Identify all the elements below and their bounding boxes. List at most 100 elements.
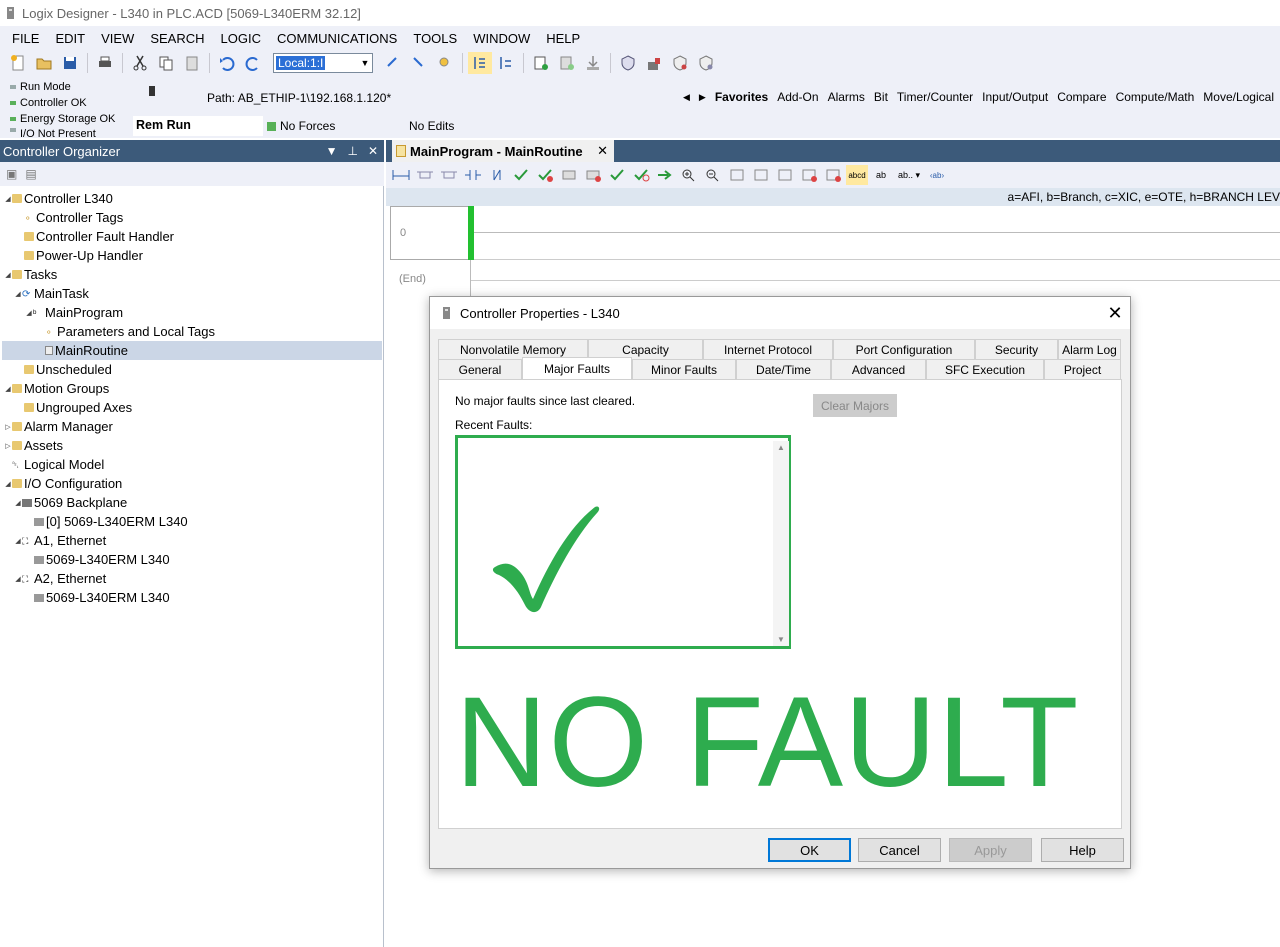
forces-status[interactable]: No Forces (263, 116, 403, 136)
tab-security[interactable]: Security (975, 339, 1058, 359)
tab-capacity[interactable]: Capacity (588, 339, 703, 359)
lock-icon[interactable] (642, 52, 666, 74)
inst-tab-input-output[interactable]: Input/Output (982, 90, 1048, 104)
abcd-toggle-icon[interactable]: abcd (846, 165, 868, 185)
menu-tools[interactable]: TOOLS (405, 31, 465, 46)
tree-node-controller[interactable]: ◢ Controller L340 (4, 189, 113, 208)
branch-icon[interactable] (414, 165, 436, 185)
tab-project[interactable]: Project (1044, 359, 1121, 379)
clear-majors-button[interactable]: Clear Majors (813, 394, 897, 417)
tab-minor-faults[interactable]: Minor Faults (632, 359, 736, 379)
tree-node-assets[interactable]: ▷ Assets (4, 436, 63, 455)
menu-communications[interactable]: COMMUNICATIONS (269, 31, 405, 46)
tree-node-unscheduled[interactable]: Unscheduled (24, 360, 112, 379)
redo-icon[interactable] (241, 52, 265, 74)
undo-icon[interactable] (215, 52, 239, 74)
scroll-right-icon[interactable]: ▶ (699, 92, 706, 103)
expand-arrow-icon[interactable]: ◢ (14, 499, 22, 507)
expand-arrow-icon[interactable]: ◢ (25, 309, 33, 317)
menu-file[interactable]: FILE (4, 31, 47, 46)
new-icon[interactable] (6, 52, 30, 74)
xic-icon[interactable] (462, 165, 484, 185)
routine-editor-tab[interactable]: MainProgram - MainRoutine ✕ (392, 140, 614, 162)
delete-icon[interactable] (798, 165, 820, 185)
tag-path-combo[interactable]: Local:1:I ▼ (273, 53, 373, 73)
inst-tab-addon[interactable]: Add-On (777, 90, 818, 104)
scroll-up-icon[interactable]: ▲ (777, 443, 785, 452)
tree-node-parameters[interactable]: ⚬ Parameters and Local Tags (45, 322, 215, 341)
menu-view[interactable]: VIEW (93, 31, 142, 46)
tree-node-tasks[interactable]: ◢ Tasks (4, 265, 57, 284)
tab-advanced[interactable]: Advanced (831, 359, 926, 379)
expand-arrow-icon[interactable]: ◢ (14, 575, 22, 583)
faults-scrollbar[interactable]: ▲ ▼ (773, 441, 789, 646)
copy-icon[interactable] (154, 52, 178, 74)
view-options-icon[interactable]: ▤ (25, 167, 36, 181)
tree-node-mainprogram[interactable]: ◢ ᵇ MainProgram (25, 303, 123, 322)
rung-number[interactable]: 0 (390, 206, 470, 260)
cross-reference-icon[interactable] (494, 52, 518, 74)
expand-arrow-icon[interactable]: ◢ (4, 271, 12, 279)
test-edits-icon[interactable] (630, 165, 652, 185)
tree-node-fault-handler[interactable]: Controller Fault Handler (24, 227, 174, 246)
cancel-edits-icon[interactable] (534, 165, 556, 185)
controller-mode[interactable]: Rem Run (133, 116, 263, 136)
properties-icon[interactable] (774, 165, 796, 185)
menu-edit[interactable]: EDIT (47, 31, 93, 46)
inst-tab-timer-counter[interactable]: Timer/Counter (897, 90, 973, 104)
browse-forward-icon[interactable] (407, 52, 431, 74)
close-icon[interactable]: ✕ (1100, 303, 1130, 324)
zoom-out-icon[interactable] (702, 165, 724, 185)
upload-icon[interactable] (555, 52, 579, 74)
inst-tab-compare[interactable]: Compare (1057, 90, 1106, 104)
tree-node-backplane[interactable]: ◢ 5069 Backplane (14, 493, 127, 512)
inline-value-icon[interactable]: ‹ab› (926, 165, 948, 185)
finalize-icon[interactable] (654, 165, 676, 185)
find-icon[interactable] (433, 52, 457, 74)
menu-window[interactable]: WINDOW (465, 31, 538, 46)
apply-button[interactable]: Apply (949, 838, 1032, 862)
unlock-icon[interactable] (668, 52, 692, 74)
expand-arrow-icon[interactable]: ▷ (4, 442, 12, 450)
go-online-icon[interactable] (529, 52, 553, 74)
accept-edits-icon[interactable] (510, 165, 532, 185)
tree-node-a2-device[interactable]: 5069-L340ERM L340 (34, 588, 170, 607)
tree-node-a1-ethernet[interactable]: ◢ ⛶ A1, Ethernet (14, 531, 106, 550)
list-icon[interactable] (822, 165, 844, 185)
inst-tab-alarms[interactable]: Alarms (828, 90, 865, 104)
tab-sfc-execution[interactable]: SFC Execution (926, 359, 1044, 379)
edit-icon[interactable] (750, 165, 772, 185)
verify-icon[interactable] (468, 52, 492, 74)
security-icon[interactable] (616, 52, 640, 74)
shield-icon[interactable] (694, 52, 718, 74)
tree-node-motion-groups[interactable]: ◢ Motion Groups (4, 379, 109, 398)
chevron-down-icon[interactable]: ▼ (358, 58, 372, 68)
branch-level-icon[interactable] (438, 165, 460, 185)
open-icon[interactable] (32, 52, 56, 74)
tree-node-a1-device[interactable]: 5069-L340ERM L340 (34, 550, 170, 569)
inst-tab-favorites[interactable]: Favorites (715, 90, 768, 104)
verify-routine-icon[interactable] (606, 165, 628, 185)
save-icon[interactable] (58, 52, 82, 74)
browse-back-icon[interactable] (381, 52, 405, 74)
replace-icon[interactable]: ab (870, 165, 892, 185)
zoom-in-icon[interactable] (678, 165, 700, 185)
pin-icon[interactable]: ⊥ (347, 144, 357, 158)
tab-general[interactable]: General (438, 359, 522, 379)
menu-logic[interactable]: LOGIC (213, 31, 269, 46)
rung-icon[interactable] (390, 165, 412, 185)
bookmark-icon[interactable] (726, 165, 748, 185)
tab-internet-protocol[interactable]: Internet Protocol (703, 339, 833, 359)
tree-node-powerup-handler[interactable]: Power-Up Handler (24, 246, 143, 265)
collapse-all-icon[interactable]: ▣ (6, 167, 17, 181)
scroll-down-icon[interactable]: ▼ (777, 635, 785, 644)
expand-arrow-icon[interactable]: ◢ (14, 290, 22, 298)
menu-search[interactable]: SEARCH (142, 31, 212, 46)
inst-tab-bit[interactable]: Bit (874, 90, 888, 104)
help-button[interactable]: Help (1041, 838, 1124, 862)
expand-arrow-icon[interactable]: ◢ (4, 195, 12, 203)
cancel-icon[interactable] (582, 165, 604, 185)
tree-node-a2-ethernet[interactable]: ◢ ⛶ A2, Ethernet (14, 569, 106, 588)
cut-icon[interactable] (128, 52, 152, 74)
tab-date-time[interactable]: Date/Time (736, 359, 831, 379)
